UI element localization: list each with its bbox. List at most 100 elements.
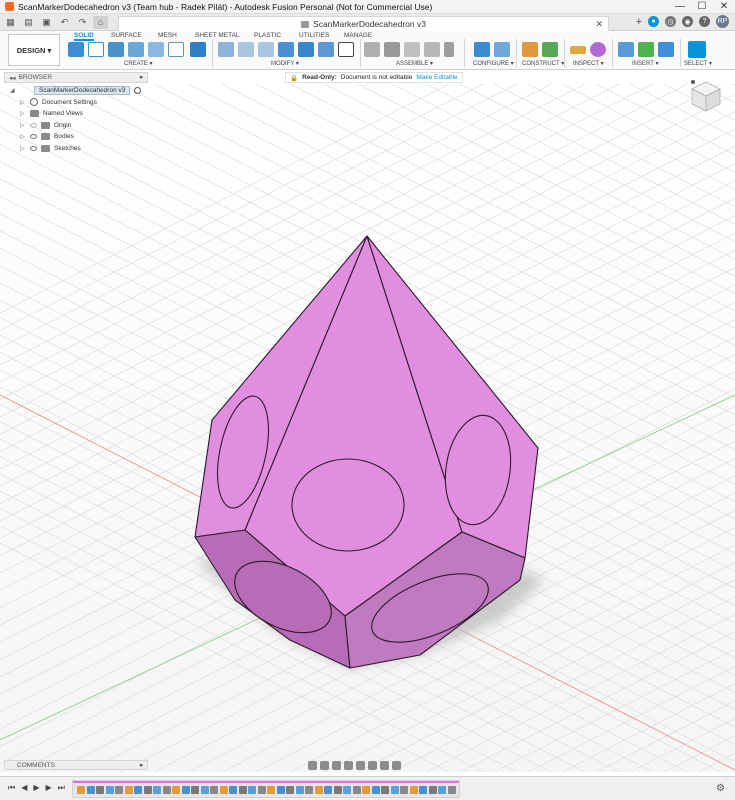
tab-solid[interactable]: SOLID	[74, 32, 94, 41]
view-cube[interactable]	[690, 78, 722, 114]
insert-menu[interactable]: INSERT ▾	[632, 60, 658, 67]
tree-root[interactable]: ◢ ScanMarkerDodecahedron v3	[10, 85, 142, 97]
look-at-icon[interactable]	[320, 760, 329, 770]
select-menu[interactable]: SELECT ▾	[684, 60, 712, 67]
timeline-feature-icon[interactable]	[352, 786, 361, 794]
box-icon[interactable]	[190, 42, 206, 57]
timeline-feature-icon[interactable]	[229, 786, 237, 794]
visibility-eye-icon[interactable]	[30, 134, 37, 140]
fit-icon[interactable]	[356, 760, 365, 770]
expand-arrow-icon[interactable]: ▷	[20, 133, 26, 140]
configure-menu[interactable]: CONFIGURE ▾	[473, 60, 514, 67]
tree-item-document-settings[interactable]: ▷ Document Settings	[20, 97, 141, 109]
new-tab-button[interactable]: +	[636, 16, 642, 28]
timeline-feature-icon[interactable]	[333, 786, 342, 794]
timeline-feature-icon[interactable]	[191, 786, 199, 794]
tree-item-named-views[interactable]: ▷ Named Views	[20, 108, 141, 120]
notifications-icon[interactable]: ◉	[682, 16, 693, 27]
timeline-feature-icon[interactable]	[86, 786, 95, 794]
timeline-feature-icon[interactable]	[172, 786, 180, 794]
chamfer-icon[interactable]	[258, 42, 274, 57]
timeline-feature-icon[interactable]	[267, 786, 275, 794]
configure-table-icon[interactable]	[474, 42, 490, 57]
combine-icon[interactable]	[298, 42, 314, 57]
go-to-end-icon[interactable]: ⏭	[58, 783, 65, 793]
display-settings-icon[interactable]	[590, 42, 606, 57]
maximize-button[interactable]: ☐	[691, 1, 713, 12]
collapse-icon[interactable]: ◂◂	[9, 74, 16, 82]
insert-derive-icon[interactable]	[618, 42, 634, 57]
tab-manage[interactable]: MANAGE	[344, 32, 372, 39]
inspect-menu[interactable]: INSPECT ▾	[573, 60, 604, 67]
timeline-feature-icon[interactable]	[257, 786, 266, 794]
timeline-feature-icon[interactable]	[77, 786, 85, 794]
configure-rule-icon[interactable]	[494, 42, 510, 57]
play-icon[interactable]: ▶	[33, 783, 39, 793]
activate-radio-icon[interactable]	[134, 87, 142, 95]
timeline-feature-icon[interactable]	[409, 786, 418, 794]
timeline-feature-icon[interactable]	[343, 786, 351, 794]
expand-arrow-icon[interactable]: ▷	[20, 99, 26, 106]
pan-icon[interactable]	[332, 760, 341, 770]
timeline-feature-icon[interactable]	[447, 786, 456, 794]
create-sketch-icon[interactable]	[88, 42, 104, 57]
tab-plastic[interactable]: PLASTIC	[254, 32, 281, 39]
timeline-feature-icon[interactable]	[105, 786, 114, 794]
3d-viewport[interactable]	[0, 84, 735, 772]
timeline-feature-icon[interactable]	[295, 786, 304, 794]
step-back-icon[interactable]: ◀	[21, 783, 27, 793]
save-icon[interactable]: ▣	[39, 16, 54, 29]
make-editable-link[interactable]: Make Editable	[416, 74, 457, 81]
expand-arrow-icon[interactable]: ◢	[10, 87, 16, 94]
timeline-feature-icon[interactable]	[96, 786, 104, 794]
insert-mesh-icon[interactable]	[638, 42, 654, 57]
axis-icon[interactable]	[542, 42, 558, 57]
pattern-icon[interactable]	[168, 42, 184, 57]
scale-icon[interactable]	[318, 42, 334, 57]
construct-menu[interactable]: CONSTRUCT ▾	[522, 60, 564, 67]
file-menu-icon[interactable]: ▤	[21, 16, 36, 29]
extrude-icon[interactable]	[108, 42, 124, 57]
grid-apps-icon[interactable]: ▦	[3, 16, 18, 29]
tab-sheet-metal[interactable]: SHEET METAL	[195, 32, 240, 39]
measure-icon[interactable]	[570, 46, 586, 54]
timeline-feature-icon[interactable]	[428, 786, 437, 794]
tab-utilities[interactable]: UTILITIES	[299, 32, 329, 39]
timeline-feature-icon[interactable]	[210, 786, 218, 794]
timeline-feature-icon[interactable]	[276, 786, 285, 794]
new-component-assemble-icon[interactable]	[364, 42, 380, 57]
hole-icon[interactable]	[148, 42, 164, 57]
timeline-feature-icon[interactable]	[153, 786, 161, 794]
timeline-feature-icon[interactable]	[381, 786, 389, 794]
tree-item-sketches[interactable]: ▷ Sketches	[20, 143, 141, 155]
redo-icon[interactable]: ↷	[75, 16, 90, 29]
comments-panel[interactable]: COMMENTS ●	[4, 760, 148, 770]
fillet-icon[interactable]	[238, 42, 254, 57]
timeline-feature-icon[interactable]	[238, 786, 247, 794]
timeline-feature-icon[interactable]	[400, 786, 408, 794]
visibility-eye-icon[interactable]	[30, 122, 37, 128]
browser-panel-header[interactable]: ◂◂ BROWSER ●	[4, 72, 148, 83]
job-status-icon[interactable]: ●	[648, 16, 659, 27]
shell-icon[interactable]	[278, 42, 294, 57]
home-icon[interactable]: ⌂	[93, 15, 108, 29]
timeline-feature-icon[interactable]	[362, 786, 370, 794]
expand-arrow-icon[interactable]: ▷	[20, 145, 26, 152]
visibility-eye-icon[interactable]	[30, 145, 37, 151]
close-window-button[interactable]: ✕	[713, 1, 735, 12]
create-menu[interactable]: CREATE ▾	[124, 60, 153, 67]
move-icon[interactable]	[338, 42, 354, 57]
grid-settings-icon[interactable]	[380, 760, 389, 770]
step-forward-icon[interactable]: ▶	[46, 783, 52, 793]
clock-icon[interactable]: ◷	[665, 16, 676, 27]
timeline-feature-icon[interactable]	[162, 786, 171, 794]
joint-icon[interactable]	[384, 42, 400, 57]
undo-icon[interactable]: ↶	[57, 16, 72, 29]
timeline-feature-icon[interactable]	[419, 786, 427, 794]
new-component-icon[interactable]	[68, 42, 84, 57]
timeline-feature-icon[interactable]	[314, 786, 323, 794]
rigid-group-icon[interactable]	[444, 42, 454, 57]
timeline-feature-icon[interactable]	[438, 786, 446, 794]
timeline-feature-icon[interactable]	[305, 786, 313, 794]
timeline-feature-icon[interactable]	[200, 786, 209, 794]
